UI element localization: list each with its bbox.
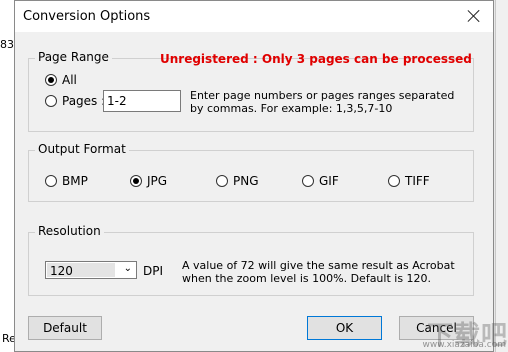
watermark-url: www.xiazaiba.com xyxy=(422,340,506,350)
dialog-title: Conversion Options xyxy=(23,9,151,24)
page-range-title: Page Range xyxy=(35,50,112,64)
page-range-help: Enter page numbers or pages ranges separ… xyxy=(190,89,454,115)
page-range-pages-radio[interactable] xyxy=(45,95,57,107)
unregistered-warning: Unregistered : Only 3 pages can be proce… xyxy=(160,52,472,66)
output-format-title: Output Format xyxy=(35,142,129,156)
format-bmp-label[interactable]: BMP xyxy=(62,174,88,188)
resolution-help-line2: when the zoom level is 100%. Default is … xyxy=(182,272,432,285)
pages-input[interactable] xyxy=(103,90,181,112)
format-tiff-label[interactable]: TIFF xyxy=(405,174,430,188)
format-png-label[interactable]: PNG xyxy=(233,174,259,188)
format-tiff-radio[interactable] xyxy=(388,175,400,187)
format-bmp-radio[interactable] xyxy=(45,175,57,187)
page-range-help-line1: Enter page numbers or pages ranges separ… xyxy=(190,89,455,102)
format-gif-label[interactable]: GIF xyxy=(319,174,339,188)
page-range-all-label[interactable]: All xyxy=(62,73,77,87)
resolution-help: A value of 72 will give the same result … xyxy=(182,259,455,285)
default-button[interactable]: Default xyxy=(28,316,102,340)
title-bar: Conversion Options xyxy=(15,1,493,32)
resolution-help-line1: A value of 72 will give the same result … xyxy=(182,259,455,272)
conversion-options-dialog: Conversion Options Page Range Unregister… xyxy=(14,0,494,352)
page-range-help-line2: by commas. For example: 1,3,5,7-10 xyxy=(190,102,393,115)
close-icon[interactable] xyxy=(463,6,485,26)
background-window-left xyxy=(0,0,15,352)
chevron-down-icon: ⌄ xyxy=(123,263,132,274)
dpi-select[interactable]: 120 ⌄ xyxy=(45,261,137,279)
format-jpg-label[interactable]: JPG xyxy=(147,174,167,188)
page-range-pages-label[interactable]: Pages : xyxy=(62,94,105,108)
background-window-right xyxy=(495,0,508,352)
resolution-title: Resolution xyxy=(35,224,104,238)
page-range-all-radio[interactable] xyxy=(45,74,57,86)
ok-button[interactable]: OK xyxy=(307,316,382,340)
dpi-select-value: 120 xyxy=(50,264,73,278)
format-jpg-radio[interactable] xyxy=(130,175,142,187)
format-gif-radio[interactable] xyxy=(302,175,314,187)
format-png-radio[interactable] xyxy=(216,175,228,187)
dpi-label: DPI xyxy=(143,264,164,278)
